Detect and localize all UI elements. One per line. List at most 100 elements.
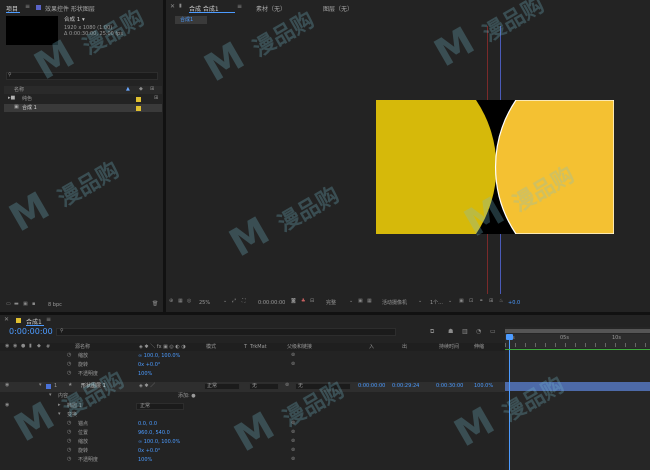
layer-switches[interactable]: ◈ ✱ ／ [139,384,155,389]
column-mode[interactable]: 模式 [206,345,216,350]
stopwatch-icon[interactable]: ◷ [67,421,71,426]
eye-icon[interactable]: ◉ [5,403,9,408]
out-point[interactable]: 0:00:29:24 [392,384,419,389]
link-icon[interactable]: ⊚ [291,439,295,444]
type-icon[interactable]: ⊞ [150,87,154,92]
chevron-down-icon[interactable]: ⌄ [418,299,422,304]
label-icon[interactable]: ◆ [139,87,143,92]
lock-column-icon[interactable]: ▮ [29,344,32,349]
property-value[interactable]: 0x +0.0° [138,363,160,368]
stopwatch-icon[interactable]: ◷ [67,353,71,358]
property-value[interactable]: 100% [138,458,152,463]
column-stretch[interactable]: 伸缩 [474,345,484,350]
link-icon[interactable]: ⊚ [291,430,295,435]
lock-icon[interactable]: ▮ [179,4,182,9]
new-comp-icon[interactable]: ▣ [23,302,28,307]
search-input[interactable] [6,72,158,80]
pick-whip-icon[interactable]: ⊚ [285,383,289,388]
property-value[interactable]: 0.0, 0.0 [138,422,157,427]
breadcrumb[interactable]: 合成1 [180,18,193,23]
new-folder-icon[interactable]: ▬ [14,302,19,307]
property-value[interactable]: 0x +0.0° [138,449,160,454]
exposure-icon[interactable]: ♨ [499,299,503,304]
expand-arrow-icon[interactable]: ▾ [49,393,52,398]
table-row[interactable]: ▾ 内容 添加: ● [0,392,505,402]
viewer-area[interactable] [170,26,646,294]
label-column-icon[interactable]: ◆ [37,344,41,349]
tab-footage[interactable]: 素材（无） [256,4,286,13]
layer-row[interactable]: ◉ ▾ 1 ★ 形状图层 1 ◈ ✱ ／ 正常 无 ⊚ 无 0:00:00:00… [0,382,505,392]
duration[interactable]: 0:00:30:00 [436,384,463,389]
zoom-select[interactable]: 25% [199,301,210,306]
motion-blur-icon[interactable]: ◔ [476,329,481,335]
column-parent[interactable]: 父级和链接 [287,345,312,350]
close-icon[interactable]: ✕ [170,4,175,10]
list-item[interactable]: ▸■ 纯色 ⊞ [4,95,162,103]
stopwatch-icon[interactable]: ◷ [67,457,71,462]
graph-editor-icon[interactable]: ▭ [490,329,496,335]
grid-icon[interactable]: ▦ [178,299,183,304]
expand-arrow-icon[interactable]: ▸ [58,403,61,408]
tab-effect-controls[interactable]: 效果控件 形状图层 [45,4,95,13]
cti-head[interactable] [506,334,513,340]
stopwatch-icon[interactable]: ◷ [67,362,71,367]
work-area-bar[interactable] [505,329,650,333]
column-source-name[interactable]: 源名称 [75,345,90,350]
channel-icon[interactable]: ⊟ [310,299,314,304]
timeline-search-input[interactable] [56,328,396,336]
draft-3d-icon[interactable]: ⧉ [430,329,434,335]
render-icon[interactable]: ⊡ [469,299,473,304]
region-icon[interactable]: ▣ [358,299,363,304]
expand-arrow-icon[interactable]: ▾ [39,383,42,388]
frame-blend-icon[interactable]: ▥ [462,329,468,335]
bpc-label[interactable]: 8 bpc [48,303,62,308]
property-value[interactable]: ∞ 100.0, 100.0% [138,440,180,445]
menu-icon[interactable]: ≡ [46,317,51,323]
column-in[interactable]: 入 [369,345,374,350]
current-time-indicator[interactable] [509,334,510,470]
tab-layer[interactable]: 图层（无） [323,4,353,13]
chevron-down-icon[interactable]: ⌄ [448,299,452,304]
property-value[interactable]: 960.0, 540.0 [138,431,170,436]
sort-up-icon[interactable]: ▲ [126,87,130,92]
interpret-footage-icon[interactable]: ▭ [6,302,11,307]
in-point[interactable]: 0:00:00:00 [358,384,385,389]
stopwatch-icon[interactable]: ◷ [67,430,71,435]
close-icon[interactable]: ✕ [4,317,9,323]
link-icon[interactable]: ⊚ [291,362,295,367]
chevron-down-icon[interactable]: ⌄ [349,299,353,304]
trash-icon[interactable]: 🗑 [152,302,158,307]
property-value[interactable]: ∞ 100.0, 100.0% [138,354,180,359]
stopwatch-icon[interactable]: ◷ [67,448,71,453]
layers-icon[interactable]: ⊞ [489,299,493,304]
stretch[interactable]: 100.0% [474,384,493,389]
layer-color-swatch[interactable] [46,384,51,389]
parent-select[interactable] [295,383,351,390]
timeline-timecode[interactable]: 0:00:00:00 [9,328,53,336]
link-icon[interactable]: ⊚ [291,448,295,453]
show-snapshot-icon[interactable]: ♣ [301,299,305,304]
time-ruler[interactable]: 0s 05s 10s [505,334,650,348]
audio-icon[interactable]: ◉ [13,344,17,349]
stopwatch-icon[interactable]: ◷ [67,371,71,376]
layer-name[interactable]: 形状图层 1 [81,384,106,389]
eye-icon[interactable]: ◉ [5,383,9,388]
solo-icon[interactable]: ● [21,344,25,349]
resolution-select[interactable]: 完整 [326,301,336,306]
list-item[interactable]: ▣ 合成 1 [4,104,162,112]
shy-icon[interactable]: ☗ [448,329,453,335]
expand-arrow-icon[interactable]: ▾ [58,412,61,417]
camera-snapshot-icon[interactable]: ◙ [291,299,296,304]
comp-name[interactable]: 合成 1 ▾ [64,17,85,24]
timeline-tracks[interactable]: 0s 05s 10s [505,327,650,470]
camera-select[interactable]: 活动摄像机 [382,301,407,306]
column-trkmat[interactable]: TrkMat [250,345,267,350]
eye-icon[interactable]: ◉ [5,344,9,349]
property-value[interactable]: 100% [138,372,152,377]
menu-icon[interactable]: ≡ [237,4,242,10]
exposure-value[interactable]: +0.0 [508,301,520,306]
always-preview-icon[interactable]: ⊕ [169,299,173,304]
settings-icon[interactable]: ▪ [32,302,35,307]
add-button[interactable]: 添加: ● [178,394,196,399]
menu-icon[interactable]: ≡ [25,4,30,10]
